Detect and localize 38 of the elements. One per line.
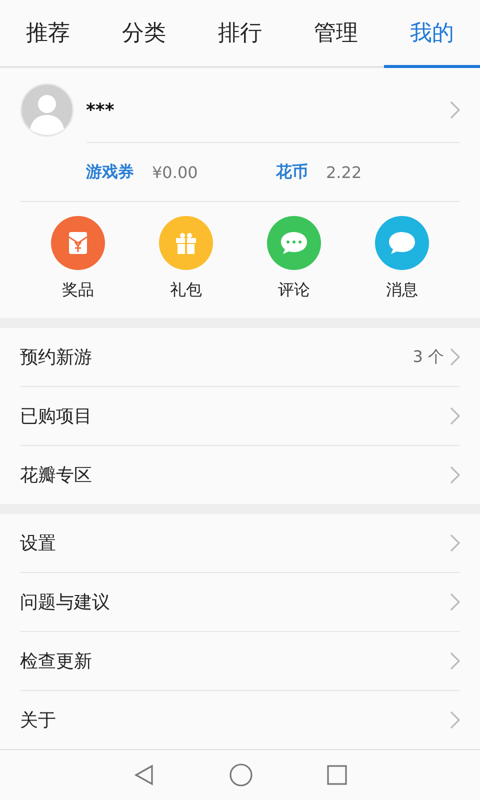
menu-item[interactable]: 问题与建议 [20,590,450,614]
chevron-icon [450,101,460,119]
balance-label[interactable]: 游戏券 [86,162,134,182]
user-name: *** [86,100,116,120]
gift-icon[interactable] [159,216,213,270]
chevron-icon [450,348,460,366]
avatar-icon[interactable] [20,83,74,137]
tab[interactable]: 管理 [288,0,384,68]
shortcut-label[interactable]: 评论 [278,280,310,301]
chevron-icon [450,466,460,484]
item-count: 3 个 [412,346,444,368]
menu-item[interactable]: 检查更新 [20,649,450,673]
tab[interactable]: 推荐 [0,0,96,68]
shortcut-label[interactable]: 奖品 [62,280,94,301]
menu-item[interactable]: 预约新游 [20,345,413,369]
tab[interactable]: 排行 [192,0,288,68]
balance-value: ¥0.00 [152,162,198,182]
speech-bubble-icon[interactable] [375,216,429,270]
chevron-icon [450,534,460,552]
back-icon[interactable] [133,764,155,786]
chevron-icon [450,593,460,611]
menu-item[interactable]: 花瓣专区 [20,463,450,487]
menu-item[interactable]: 设置 [20,531,450,555]
tab[interactable]: 我的 [384,0,480,68]
envelope-icon[interactable] [51,216,105,270]
chevron-icon [450,652,460,670]
tab[interactable]: 分类 [96,0,192,68]
home-icon[interactable] [229,763,253,787]
speech-bubble-icon[interactable] [267,216,321,270]
recent-apps-icon[interactable] [327,765,347,785]
balance-label[interactable]: 花币 [276,162,308,182]
menu-item[interactable]: 关于 [20,708,450,732]
shortcut-label[interactable]: 消息 [386,280,418,301]
menu-item[interactable]: 已购项目 [20,404,450,428]
balance-value: 2.22 [326,162,362,182]
chevron-icon [450,711,460,729]
chevron-icon [450,407,460,425]
shortcut-label[interactable]: 礼包 [170,280,202,301]
